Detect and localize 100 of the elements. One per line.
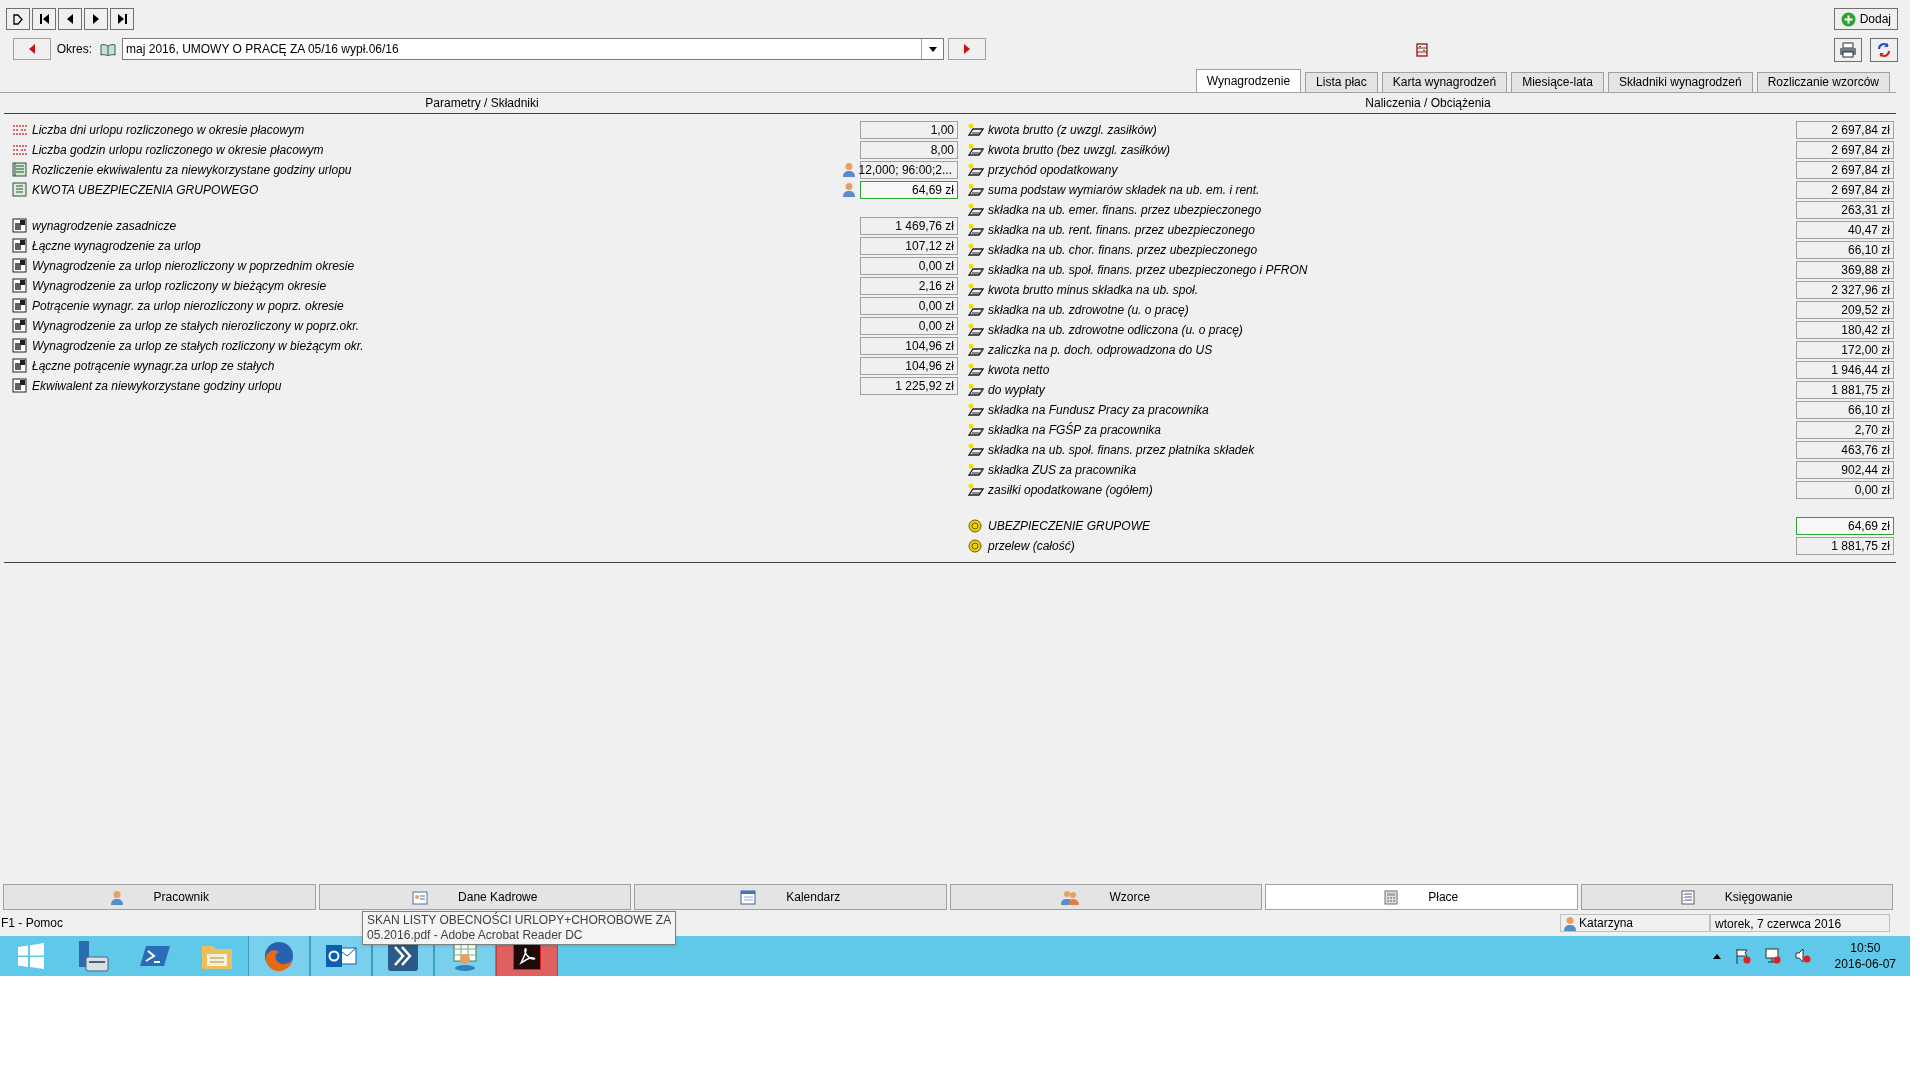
skip-back-icon xyxy=(39,14,49,24)
row-label: składka na ub. chor. finans. przez ubezpieczonego xyxy=(988,241,1259,259)
value-field[interactable]: 0,00 zł xyxy=(860,316,958,335)
value-field[interactable]: 1 469,76 zł xyxy=(860,216,958,235)
row-label: składka na FGŚP za pracownika xyxy=(988,421,1162,439)
row-label: Liczba dni urlopu rozliczonego w okresie płacowym xyxy=(32,121,306,139)
next-period-button[interactable] xyxy=(948,38,986,60)
tooltip: SKAN LISTY OBECNOŚCI URLOPY+CHOROBOWE ZA 05.2016.pdf - Adobe Acrobat Reader DC xyxy=(362,911,677,946)
value-field[interactable]: 12,000; 96:00;2... xyxy=(860,160,958,179)
value-field[interactable]: 902,44 zł xyxy=(1796,460,1894,479)
value-field[interactable]: 104,96 zł xyxy=(860,336,958,355)
hand-icon xyxy=(968,142,984,157)
printer-icon xyxy=(1839,42,1857,58)
table-icon xyxy=(12,162,27,178)
hand-icon xyxy=(968,442,984,457)
value-field[interactable]: 1 946,44 zł xyxy=(1796,360,1894,379)
row-label: Ekwiwalent za niewykorzystane godziny urlopu xyxy=(32,377,283,395)
refresh-icon xyxy=(1876,42,1892,58)
value-field[interactable]: 2 327,96 zł xyxy=(1796,280,1894,299)
value-field[interactable]: 1 881,75 zł xyxy=(1796,380,1894,399)
value-field[interactable]: 2,16 zł xyxy=(860,276,958,295)
value-field[interactable]: 180,42 zł xyxy=(1796,320,1894,339)
value-field[interactable]: 2 697,84 zł xyxy=(1796,140,1894,159)
row-label: przychód opodatkowany xyxy=(988,161,1119,179)
refresh-button[interactable] xyxy=(1870,38,1898,62)
value-field[interactable]: 2 697,84 zł xyxy=(1796,120,1894,139)
row-label: zasiłki opodatkowane (ogółem) xyxy=(988,481,1154,499)
value-field[interactable]: 8,00 xyxy=(860,140,958,159)
module-tab[interactable]: Kalendarz xyxy=(634,884,947,911)
row-label: kwota brutto (bez uwzgl. zasiłków) xyxy=(988,141,1172,159)
value-field[interactable]: 0,00 zł xyxy=(860,296,958,315)
row-label: wynagrodzenie zasadnicze xyxy=(32,217,178,235)
hand-icon xyxy=(968,242,984,257)
tab[interactable]: Rozliczanie wzorców xyxy=(1756,71,1890,92)
add-button[interactable]: Dodaj xyxy=(1833,8,1898,30)
row-label: kwota brutto (z uwzgl. zasiłków) xyxy=(988,121,1158,139)
value-field[interactable]: 0,00 zł xyxy=(860,256,958,275)
value-field[interactable]: 64,69 zł xyxy=(1796,516,1894,535)
value-field[interactable]: 369,88 zł xyxy=(1796,260,1894,279)
caret-up-icon[interactable] xyxy=(1712,953,1721,959)
calculator-icon xyxy=(12,338,27,354)
terminal-icon[interactable] xyxy=(140,944,170,969)
row-label: Wynagrodzenie za urlop nierozliczony w poprzednim okresie xyxy=(32,257,356,275)
people-icon xyxy=(1061,889,1080,905)
previous-period-button[interactable] xyxy=(13,38,51,60)
hand-icon xyxy=(968,222,984,237)
value-field[interactable]: 0,00 zł xyxy=(1796,480,1894,499)
network-icon[interactable] xyxy=(1764,948,1781,965)
module-tab[interactable]: Dane Kadrowe xyxy=(318,884,631,911)
panel-header: Parametry / Składniki xyxy=(4,92,960,114)
row-label: kwota netto xyxy=(988,361,1051,379)
tab[interactable]: Miesiące-lata xyxy=(1511,71,1604,92)
period-combobox[interactable]: maj 2016, UMOWY O PRACĘ ZA 05/16 wypł.06/16 xyxy=(122,38,945,60)
tab[interactable]: Karta wynagrodzeń xyxy=(1381,71,1508,92)
hand-icon xyxy=(968,382,984,397)
value-field[interactable]: 263,31 zł xyxy=(1796,200,1894,219)
value-field[interactable]: 1 881,75 zł xyxy=(1796,536,1894,555)
module-tab[interactable]: Pracownik xyxy=(3,884,316,911)
value-field[interactable]: 66,10 zł xyxy=(1796,400,1894,419)
value-field[interactable]: 2,70 zł xyxy=(1796,420,1894,439)
speaker-icon[interactable] xyxy=(1794,948,1811,965)
value-field[interactable]: 172,00 zł xyxy=(1796,340,1894,359)
first-record-button[interactable] xyxy=(32,8,56,30)
person-icon xyxy=(842,182,856,198)
new-record-button[interactable] xyxy=(6,8,30,30)
print-button[interactable] xyxy=(1834,38,1862,62)
date-field: wtorek, 7 czerwca 2016 xyxy=(1710,914,1890,933)
value-field[interactable]: 40,47 zł xyxy=(1796,220,1894,239)
value-field[interactable]: 209,52 zł xyxy=(1796,300,1894,319)
value-field[interactable]: 2 697,84 zł xyxy=(1796,180,1894,199)
hand-icon xyxy=(968,402,984,417)
value-field[interactable]: 107,12 zł xyxy=(860,236,958,255)
value-field[interactable]: 2 697,84 zł xyxy=(1796,160,1894,179)
tab[interactable]: Lista płac xyxy=(1305,71,1378,92)
row-label: składka na ub. społ. finans. przez płatnika składek xyxy=(988,441,1256,459)
next-record-button[interactable] xyxy=(84,8,108,30)
user-field: Katarzyna xyxy=(1560,914,1710,933)
clock[interactable]: 10:50 2016-06-07 xyxy=(1834,940,1896,973)
previous-record-button[interactable] xyxy=(58,8,82,30)
value-field[interactable]: 1,00 xyxy=(860,120,958,139)
row-label: Łączne potrącenie wynagr.za urlop ze stałych xyxy=(32,357,276,375)
row-label: zaliczka na p. doch. odprowadzona do US xyxy=(988,341,1214,359)
value-field[interactable]: 463,76 zł xyxy=(1796,440,1894,459)
module-tab[interactable]: Wzorce xyxy=(949,884,1262,911)
module-tab[interactable]: Księgowanie xyxy=(1580,884,1893,911)
value-field[interactable]: 1 225,92 zł xyxy=(860,376,958,395)
value-field[interactable]: 104,96 zł xyxy=(860,356,958,375)
tab[interactable]: Składniki wynagrodzeń xyxy=(1607,71,1753,92)
row-label: suma podstaw wymiarów składek na ub. em. i rent. xyxy=(988,181,1261,199)
last-record-button[interactable] xyxy=(110,8,134,30)
server-icon[interactable] xyxy=(76,939,110,974)
module-tab[interactable]: Płace xyxy=(1265,884,1578,911)
person-icon xyxy=(842,162,856,178)
list-icon xyxy=(12,182,27,198)
hand-icon xyxy=(968,262,984,277)
tab[interactable]: Wynagrodzenie xyxy=(1195,68,1302,92)
value-field[interactable]: 64,69 zł xyxy=(860,180,958,199)
value-field[interactable]: 66,10 zł xyxy=(1796,240,1894,259)
globe-fox-icon[interactable] xyxy=(264,941,294,972)
flag-icon[interactable] xyxy=(1734,948,1751,965)
